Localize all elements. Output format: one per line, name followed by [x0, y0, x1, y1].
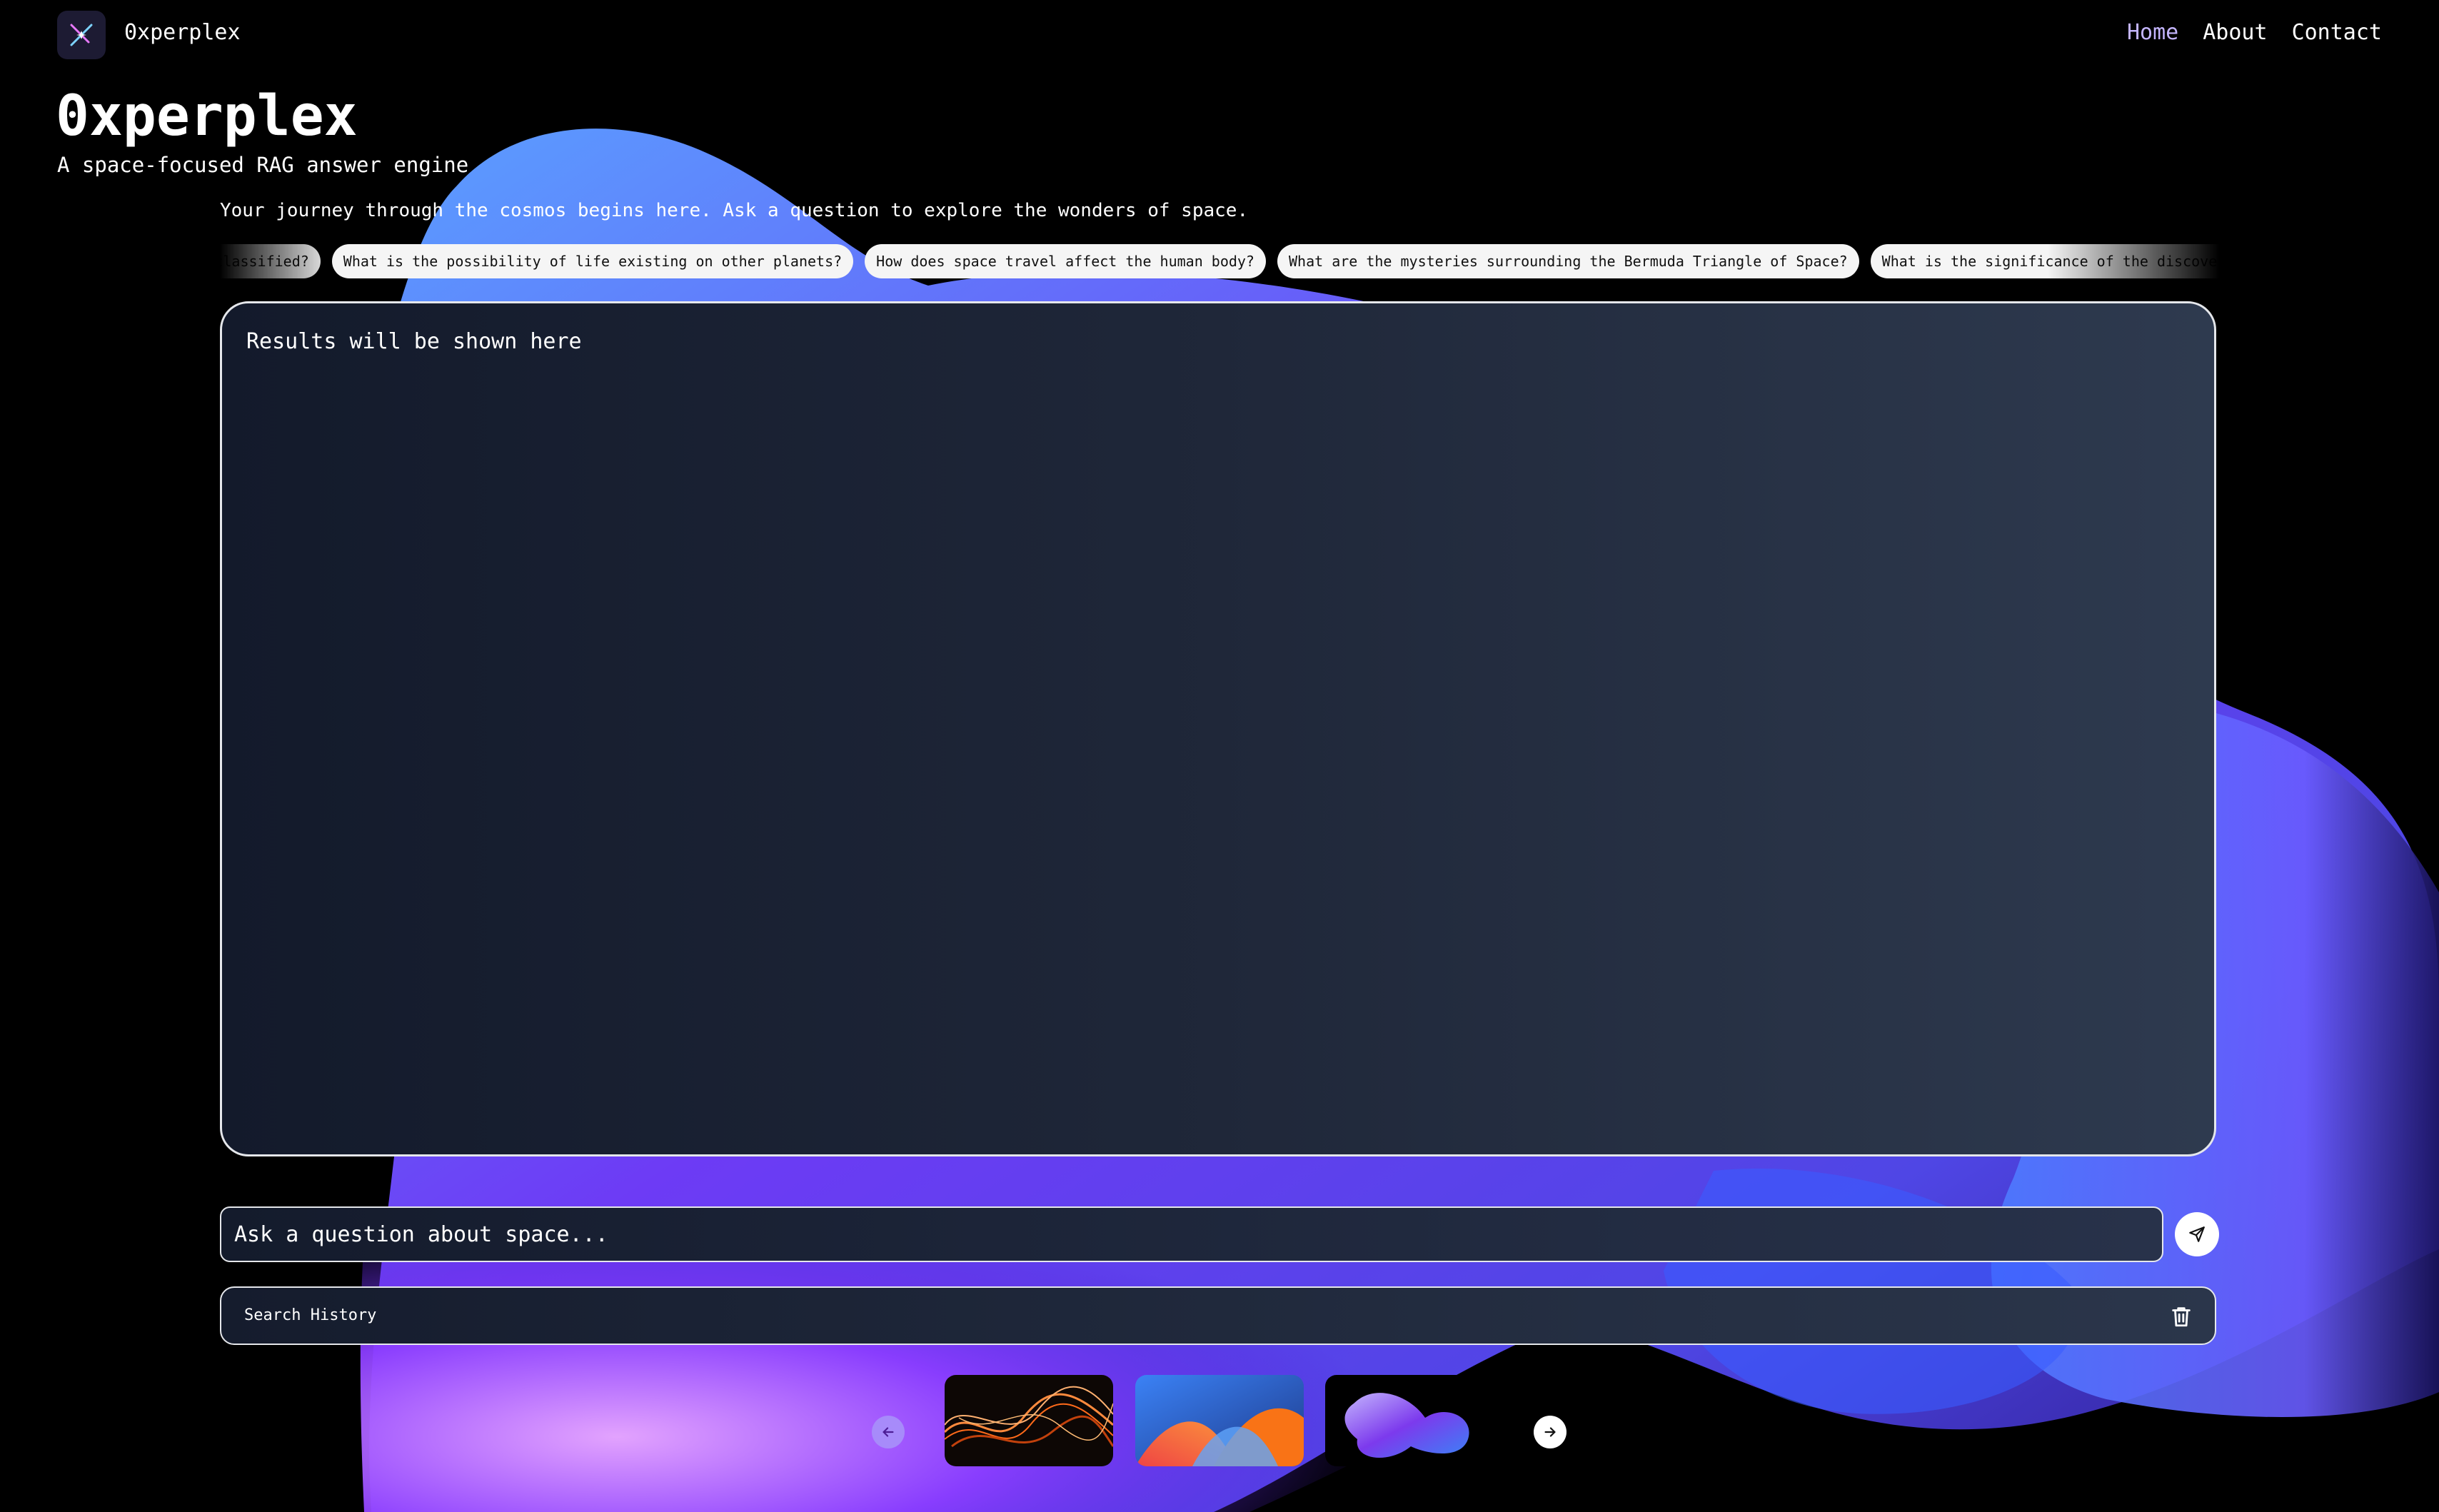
page-subtitle: A space-focused RAG answer engine: [57, 153, 469, 177]
carousel-thumbnail[interactable]: [1325, 1375, 1494, 1466]
suggestion-chip[interactable]: What is the possibility of life existing…: [331, 244, 854, 278]
suggestion-chip[interactable]: What is the significance of the discover…: [1870, 244, 2219, 278]
brand-name[interactable]: 0xperplex: [124, 20, 241, 45]
nav-about[interactable]: About: [2203, 20, 2267, 45]
suggestion-chip[interactable]: How does space travel affect the human b…: [865, 244, 1266, 278]
nav-home[interactable]: Home: [2127, 20, 2178, 45]
question-input[interactable]: Ask a question about space...: [220, 1206, 2163, 1262]
intro-text: Your journey through the cosmos begins h…: [220, 200, 1249, 221]
arrow-right-icon: [1544, 1427, 1556, 1437]
search-history-panel[interactable]: Search History: [220, 1286, 2216, 1345]
sparkle-x-logo-icon: [70, 24, 93, 46]
suggestion-chip[interactable]: What are the mysteries surrounding the B…: [1277, 244, 1859, 278]
red-blue-folds-image: [1135, 1375, 1304, 1466]
carousel-thumbnail[interactable]: [945, 1375, 1113, 1466]
search-history-label: Search History: [244, 1306, 377, 1324]
carousel-next-button[interactable]: [1534, 1416, 1567, 1448]
carousel-thumbnail[interactable]: [1135, 1375, 1304, 1466]
question-input-placeholder: Ask a question about space...: [234, 1221, 608, 1247]
orange-wave-image: [945, 1375, 1113, 1466]
send-icon: [2189, 1226, 2205, 1242]
logo[interactable]: [57, 11, 106, 59]
send-button[interactable]: [2175, 1212, 2219, 1256]
suggestion-chip[interactable]: What is classified?: [220, 244, 321, 278]
trash-icon[interactable]: [2169, 1304, 2193, 1329]
purple-blob-image: [1325, 1375, 1494, 1466]
suggestion-marquee: What is classified? What is the possibil…: [220, 244, 2219, 278]
carousel-prev-button[interactable]: [872, 1416, 905, 1448]
results-placeholder: Results will be shown here: [246, 329, 582, 354]
arrow-left-icon: [882, 1427, 894, 1437]
results-panel: Results will be shown here: [220, 301, 2216, 1156]
page-title: 0xperplex: [56, 84, 358, 148]
top-nav: Home About Contact: [2127, 20, 2382, 45]
nav-contact[interactable]: Contact: [2292, 20, 2382, 45]
